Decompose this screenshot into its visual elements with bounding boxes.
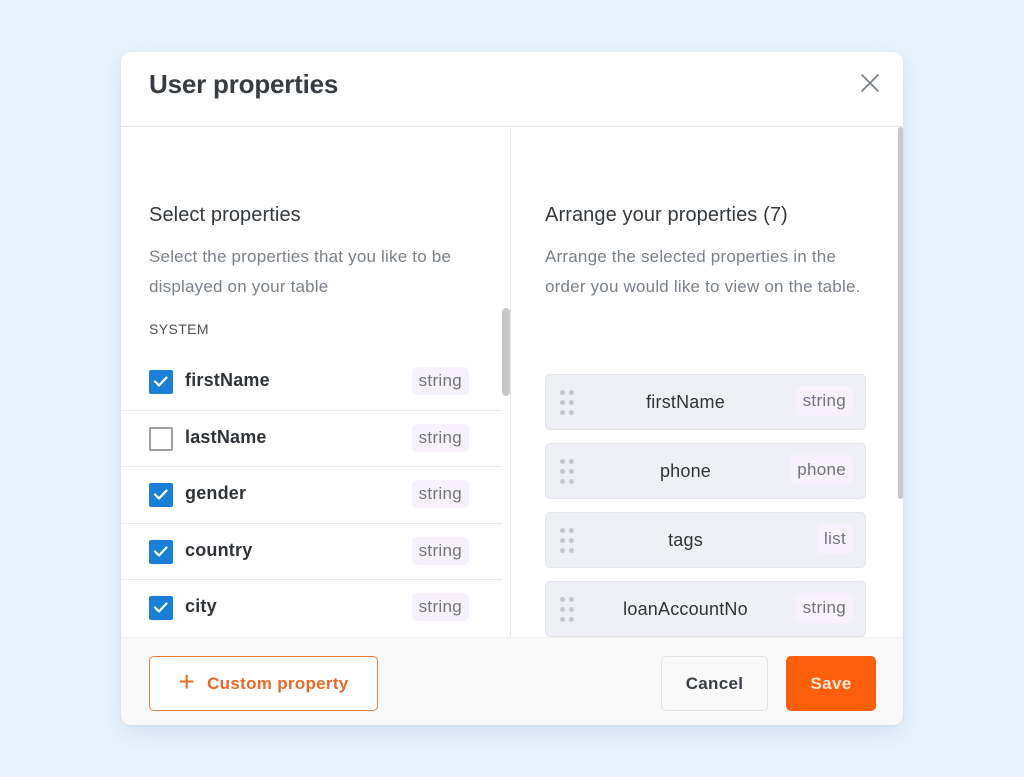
drag-dot — [560, 479, 565, 484]
drag-dot — [569, 607, 574, 612]
drag-dot — [560, 548, 565, 553]
checkbox-city[interactable] — [149, 596, 173, 620]
drag-dot — [569, 617, 574, 622]
checkmark-icon — [153, 602, 168, 613]
property-name: country — [185, 539, 253, 560]
checkbox-lastName[interactable] — [149, 426, 173, 451]
property-type-badge: string — [411, 593, 469, 621]
arrange-properties-description: Arrange the selected properties in the o… — [545, 247, 861, 296]
select-properties-panel: Select properties Select the properties … — [121, 128, 511, 637]
dialog-header: User properties — [121, 52, 903, 127]
drag-dot — [560, 469, 565, 474]
arrange-item-type-badge: string — [795, 386, 853, 416]
arrange-item-firstName[interactable]: firstName string — [545, 374, 866, 430]
checkmark-icon — [153, 489, 168, 500]
property-row-city[interactable]: city string — [121, 580, 502, 637]
drag-handle-icon[interactable] — [560, 597, 576, 623]
drag-dot — [560, 410, 565, 415]
arrange-item-name: firstName — [646, 392, 725, 412]
user-properties-dialog: User properties Select properties Select… — [121, 52, 903, 725]
arrange-item-tags[interactable]: tags list — [545, 512, 866, 568]
custom-property-button[interactable]: + Custom property — [149, 656, 378, 711]
drag-dot — [560, 617, 565, 622]
arrange-item-name: loanAccountNo — [623, 599, 748, 619]
drag-dot — [569, 479, 574, 484]
select-properties-description: Select the properties that you like to b… — [149, 247, 452, 296]
property-name: lastName — [185, 426, 267, 447]
drag-dot — [560, 459, 565, 464]
drag-dot — [569, 538, 574, 543]
close-icon — [861, 74, 879, 92]
drag-dot — [569, 410, 574, 415]
checkbox-firstName[interactable] — [149, 370, 173, 394]
right-panel-scrollbar[interactable] — [898, 127, 903, 499]
arrange-item-type-badge: string — [795, 593, 853, 623]
cancel-button[interactable]: Cancel — [661, 656, 768, 711]
arrange-list: firstName string phone phone tags list loanAcc… — [545, 374, 866, 637]
drag-dot — [569, 390, 574, 395]
arrange-item-type-badge: list — [817, 524, 853, 554]
property-row-lastName[interactable]: lastName string — [121, 411, 502, 467]
property-type-badge: string — [411, 480, 469, 508]
drag-dot — [560, 607, 565, 612]
checkmark-icon — [153, 545, 168, 557]
drag-handle-icon[interactable] — [560, 528, 576, 554]
left-panel-scrollbar[interactable] — [502, 308, 510, 396]
arrange-properties-panel: Arrange your properties (7) Arrange the … — [512, 128, 903, 637]
drag-dot — [569, 400, 574, 405]
drag-dot — [569, 459, 574, 464]
arrange-item-name: tags — [668, 530, 703, 550]
drag-handle-icon[interactable] — [560, 459, 576, 485]
drag-dot — [569, 469, 574, 474]
custom-property-label: Custom property — [207, 673, 349, 693]
save-button[interactable]: Save — [786, 656, 876, 711]
property-type-badge: string — [411, 367, 469, 395]
group-label-system: SYSTEM — [149, 321, 209, 337]
drag-dot — [560, 400, 565, 405]
drag-dot — [569, 528, 574, 533]
drag-handle-icon[interactable] — [560, 390, 576, 416]
arrange-properties-title: Arrange your properties (7) — [545, 204, 788, 226]
property-row-firstName[interactable]: firstName string — [121, 354, 502, 411]
arrange-item-name: phone — [659, 461, 712, 481]
property-row-gender[interactable]: gender string — [121, 467, 502, 524]
select-properties-title: Select properties — [149, 204, 301, 226]
drag-dot — [560, 597, 565, 602]
property-type-badge: string — [411, 423, 469, 452]
drag-dot — [569, 597, 574, 602]
arrange-item-type-badge: phone — [790, 455, 853, 485]
plus-icon: + — [178, 666, 196, 697]
property-type-badge: string — [411, 536, 469, 565]
property-list: firstName string lastName string gender strin… — [121, 354, 502, 637]
checkbox-gender[interactable] — [149, 483, 173, 507]
checkbox-country[interactable] — [149, 539, 173, 564]
property-name: city — [185, 596, 217, 616]
property-name: firstName — [185, 370, 270, 390]
drag-dot — [560, 538, 565, 543]
close-button[interactable] — [859, 72, 881, 94]
property-name: gender — [185, 483, 247, 503]
drag-dot — [569, 548, 574, 553]
dialog-footer: + Custom property Cancel Save — [121, 637, 903, 725]
property-row-country[interactable]: country string — [121, 524, 502, 580]
dialog-title: User properties — [149, 69, 339, 99]
checkmark-icon — [153, 376, 168, 387]
arrange-item-phone[interactable]: phone phone — [545, 443, 866, 499]
arrange-item-loanAccountNo[interactable]: loanAccountNo string — [545, 581, 866, 637]
drag-dot — [560, 528, 565, 533]
drag-dot — [560, 390, 565, 395]
